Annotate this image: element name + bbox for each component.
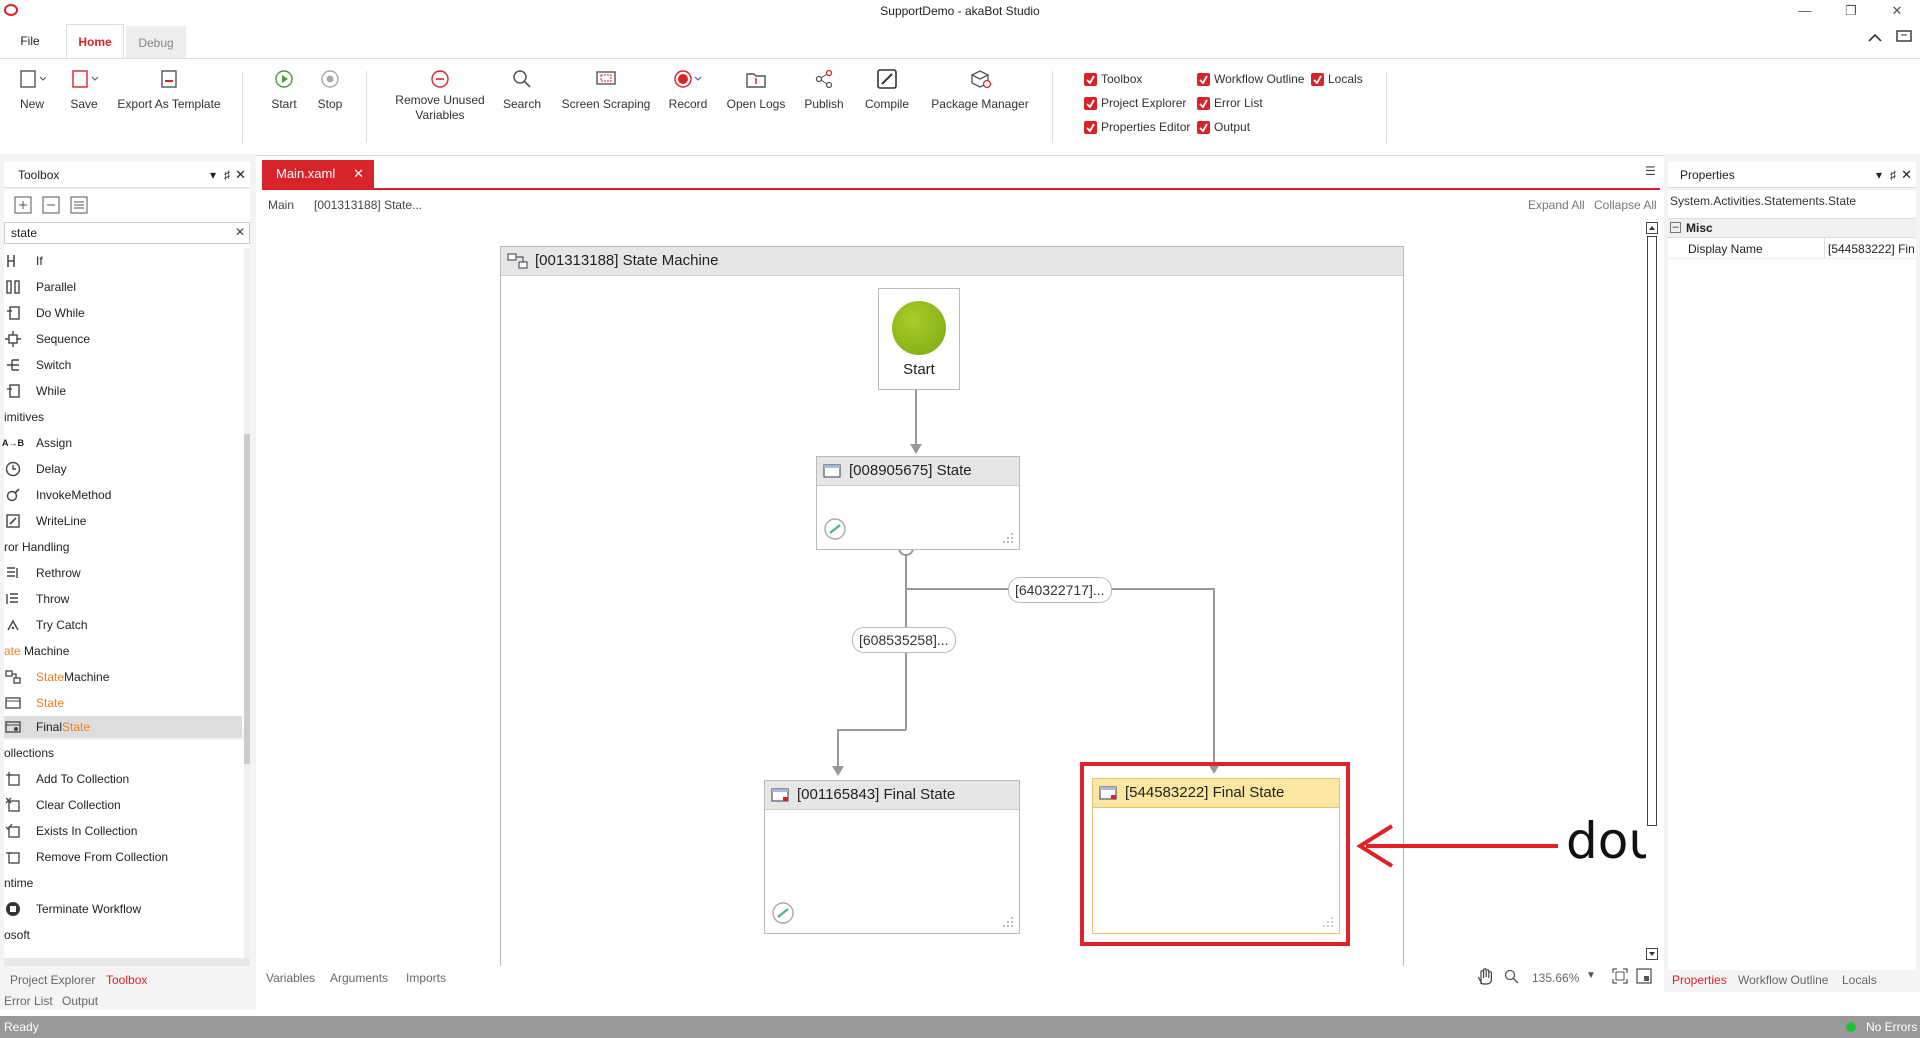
overview-map-icon[interactable] [1636, 968, 1652, 984]
annotation-highlight-box [1080, 762, 1350, 946]
zoom-level[interactable]: 135.66% [1532, 971, 1579, 985]
state-node[interactable]: [008905675] State [816, 456, 1020, 550]
scroll-down-icon[interactable] [1646, 948, 1658, 960]
properties-category-misc[interactable]: – Misc [1668, 218, 1916, 238]
transition-label-2[interactable]: [608535258]... [852, 627, 956, 653]
start-node[interactable]: Start [878, 288, 960, 390]
fit-to-screen-icon[interactable] [1612, 968, 1628, 984]
designer-bottom-bar: Variables Arguments Imports 135.66% ▼ [262, 966, 1660, 990]
tab-locals[interactable]: Locals [1842, 973, 1877, 987]
start-circle-icon [892, 301, 946, 355]
category-label: Misc [1686, 221, 1713, 235]
final-state-1-header: [001165843] Final State [765, 781, 1019, 810]
entry-action-icon [823, 517, 847, 541]
status-ok-icon [1846, 1022, 1856, 1032]
properties-header: Properties ▾ ♯ ✕ [1668, 162, 1916, 188]
resize-grip-icon[interactable] [1003, 533, 1013, 543]
property-divider [1824, 238, 1825, 258]
property-row-display-name[interactable]: Display Name [544583222] Fina [1668, 238, 1916, 259]
designer-scroll-thumb[interactable] [1647, 236, 1657, 826]
start-label: Start [903, 361, 935, 378]
annotation-arrow-icon [1356, 824, 1558, 868]
final-state-node-1[interactable]: [001165843] Final State [764, 780, 1020, 934]
pan-hand-icon[interactable] [1476, 968, 1494, 986]
tab-variables[interactable]: Variables [266, 971, 315, 985]
right-bottom-tabs: Properties Workflow Outline Locals [1664, 970, 1920, 992]
status-bar: Ready No Errors [0, 1016, 1920, 1038]
property-label: Display Name [1688, 242, 1763, 256]
collapse-category-icon[interactable]: – [1670, 222, 1681, 233]
tab-workflow-outline[interactable]: Workflow Outline [1738, 973, 1828, 987]
resize-grip-icon[interactable] [1003, 917, 1013, 927]
transition-label-1[interactable]: [640322717]... [1008, 577, 1112, 603]
state-node-title: [008905675] State [849, 462, 972, 479]
close-panel-icon[interactable]: ✕ [1901, 162, 1912, 188]
zoom-icon[interactable] [1504, 969, 1520, 985]
error-status[interactable]: No Errors [1866, 1016, 1917, 1038]
entry-action-icon [771, 901, 795, 925]
zoom-dropdown-icon[interactable]: ▼ [1586, 970, 1596, 981]
scroll-up-icon[interactable] [1646, 222, 1658, 234]
final-state-1-title: [001165843] Final State [797, 786, 956, 803]
properties-body: System.Activities.Statements.State – Mis… [1668, 190, 1916, 970]
pin-icon[interactable]: ♯ [1890, 162, 1896, 188]
state-node-header: [008905675] State [817, 457, 1019, 486]
state-icon [823, 464, 841, 478]
final-state-icon [771, 788, 789, 802]
tab-arguments[interactable]: Arguments [330, 971, 388, 985]
tab-imports[interactable]: Imports [406, 971, 446, 985]
status-text: Ready [4, 1020, 39, 1034]
designer-vscrollbar[interactable] [1646, 222, 1658, 964]
panel-dropdown-icon[interactable]: ▾ [1876, 162, 1882, 188]
properties-type: System.Activities.Statements.State [1670, 194, 1857, 208]
tab-properties[interactable]: Properties [1672, 973, 1727, 987]
property-value[interactable]: [544583222] Fina [1828, 242, 1914, 256]
properties-title: Properties [1680, 168, 1735, 182]
